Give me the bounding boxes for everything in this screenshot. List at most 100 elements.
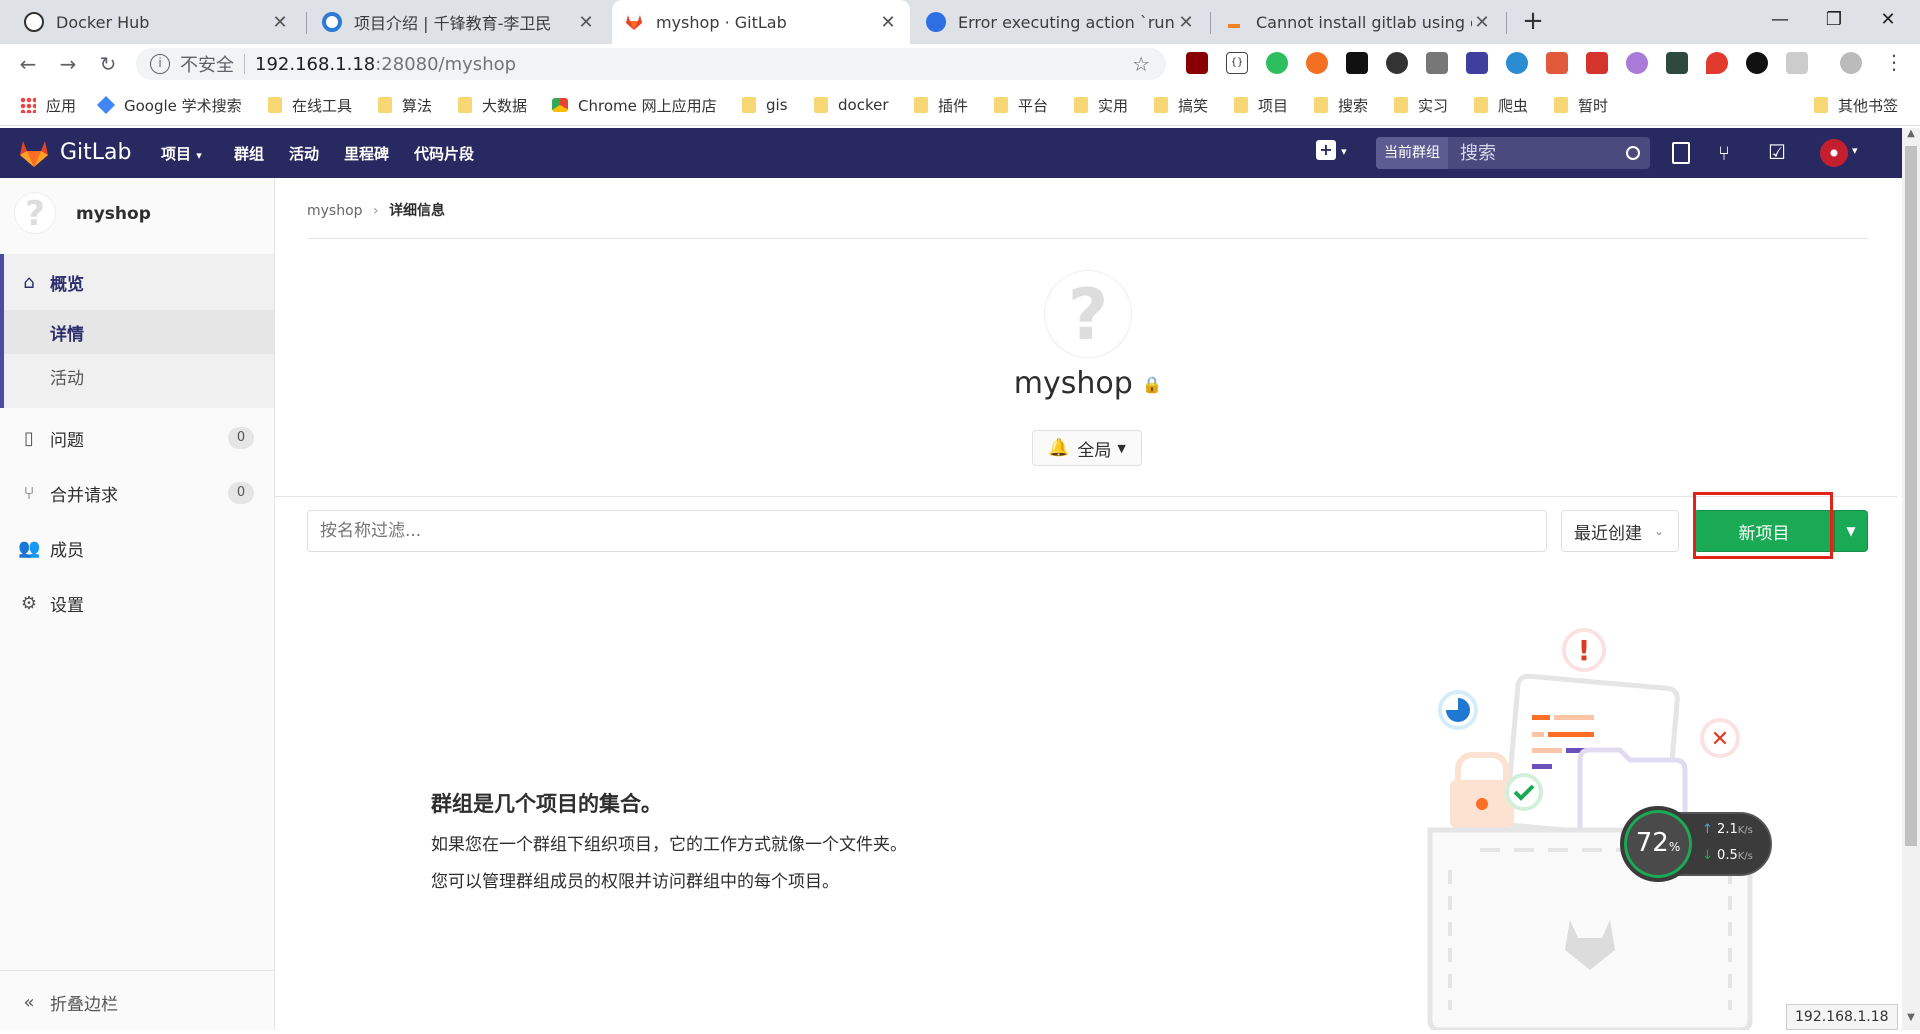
extension-icon[interactable] bbox=[1306, 52, 1328, 74]
back-icon[interactable]: ← bbox=[14, 50, 42, 78]
extension-icon[interactable] bbox=[1626, 52, 1648, 74]
minimize-button[interactable]: — bbox=[1760, 6, 1800, 34]
filter-by-name-input[interactable] bbox=[307, 510, 1547, 552]
bookmark-folder[interactable]: 在线工具 bbox=[268, 94, 352, 116]
download-speed: ↓ 0.5K/s bbox=[1702, 848, 1753, 863]
bookmark-folder[interactable]: docker bbox=[814, 94, 889, 116]
new-dropdown[interactable]: + ▾ bbox=[1316, 140, 1360, 166]
chevron-down-icon[interactable]: ▾ bbox=[1852, 144, 1858, 157]
nav-milestones[interactable]: 里程碑 bbox=[344, 143, 389, 164]
tab-title: Cannot install gitlab using om bbox=[1256, 12, 1472, 32]
bookmark-folder[interactable]: gis bbox=[742, 94, 788, 116]
extension-icon[interactable] bbox=[1346, 52, 1368, 74]
stackoverflow-icon bbox=[1224, 12, 1244, 32]
window-close-button[interactable]: ✕ bbox=[1868, 6, 1908, 34]
nav-projects[interactable]: 项目 ▾ bbox=[161, 143, 202, 164]
search-box[interactable]: 当前群组 bbox=[1376, 137, 1650, 169]
nav-groups[interactable]: 群组 bbox=[234, 143, 264, 164]
breadcrumb-current: 详细信息 bbox=[389, 203, 446, 219]
restore-button[interactable]: ❐ bbox=[1814, 6, 1854, 34]
extension-icon[interactable] bbox=[1466, 52, 1488, 74]
bookmark-scholar[interactable]: Google 学术搜索 bbox=[96, 94, 242, 116]
bookmark-apps[interactable]: 应用 bbox=[20, 94, 76, 116]
sidebar-item-overview[interactable]: ⌂ 概览 bbox=[0, 260, 274, 304]
bookmark-folder[interactable]: 算法 bbox=[378, 94, 432, 116]
extension-icon[interactable] bbox=[1506, 52, 1528, 74]
bookmark-folder[interactable]: 实习 bbox=[1394, 94, 1448, 116]
bookmark-label: 大数据 bbox=[482, 96, 528, 115]
close-icon[interactable]: ✕ bbox=[576, 12, 596, 33]
todo-icon[interactable]: ☑ bbox=[1768, 140, 1786, 164]
bookmark-folder[interactable]: 暂时 bbox=[1554, 94, 1608, 116]
forward-icon[interactable]: → bbox=[54, 50, 82, 78]
sidebar-item-activity[interactable]: 活动 bbox=[0, 354, 274, 398]
incognito-extension-icon[interactable] bbox=[1386, 52, 1408, 74]
sidebar-item-details[interactable]: 详情 bbox=[0, 310, 274, 354]
new-tab-button[interactable]: + bbox=[1518, 6, 1548, 36]
search-scope-badge[interactable]: 当前群组 bbox=[1376, 137, 1448, 169]
sidebar-item-settings[interactable]: ⚙ 设置 bbox=[0, 581, 274, 625]
bookmarks-bar: 应用 Google 学术搜索 在线工具 算法 大数据 Chrome 网上应用店 … bbox=[0, 84, 1920, 126]
url-bar[interactable]: i 不安全 192.168.1.18 :28080/myshop ☆ bbox=[136, 48, 1166, 80]
extension-icon[interactable] bbox=[1786, 52, 1808, 74]
close-icon[interactable]: ✕ bbox=[1472, 12, 1492, 33]
tab-blog[interactable]: 项目介绍 | 千锋教育-李卫民 ✕ bbox=[310, 0, 608, 44]
bookmark-folder[interactable]: 搜索 bbox=[1314, 94, 1368, 116]
new-project-dropdown-toggle[interactable]: ▼ bbox=[1834, 510, 1868, 552]
search-input[interactable] bbox=[1460, 142, 1610, 164]
scroll-up-icon[interactable]: ▲ bbox=[1904, 128, 1918, 142]
bookmark-folder[interactable]: 插件 bbox=[914, 94, 968, 116]
bookmark-folder[interactable]: 大数据 bbox=[458, 94, 527, 116]
extension-icon[interactable] bbox=[1586, 52, 1608, 74]
nav-activity[interactable]: 活动 bbox=[289, 143, 319, 164]
evernote-extension-icon[interactable] bbox=[1266, 52, 1288, 74]
profile-avatar-icon[interactable] bbox=[1840, 52, 1862, 74]
ublock-extension-icon[interactable] bbox=[1186, 52, 1208, 74]
tab-baidu[interactable]: Error executing action `run` on ✕ bbox=[914, 0, 1208, 44]
bookmark-star-icon[interactable]: ☆ bbox=[1132, 52, 1150, 76]
user-avatar[interactable] bbox=[1820, 139, 1848, 167]
notification-dropdown[interactable]: 🔔 全局 ▼ bbox=[1032, 430, 1142, 466]
scrollbar-thumb[interactable] bbox=[1905, 146, 1917, 846]
gitlab-logo-icon[interactable] bbox=[18, 138, 50, 168]
nav-snippets[interactable]: 代码片段 bbox=[414, 143, 474, 164]
extension-icon[interactable] bbox=[1426, 52, 1448, 74]
collapse-sidebar-button[interactable]: « 折叠边栏 bbox=[0, 980, 274, 1024]
tab-gitlab[interactable]: myshop · GitLab ✕ bbox=[612, 0, 910, 44]
extension-icon[interactable] bbox=[1666, 52, 1688, 74]
info-icon[interactable]: i bbox=[150, 54, 170, 74]
tab-docker-hub[interactable]: Docker Hub ✕ bbox=[12, 0, 302, 44]
security-label: 不安全 bbox=[180, 55, 234, 76]
gitlab-brand[interactable]: GitLab bbox=[60, 140, 132, 165]
bookmark-other[interactable]: 其他书签 bbox=[1814, 94, 1898, 116]
folder-icon bbox=[1474, 97, 1488, 113]
close-icon[interactable]: ✕ bbox=[1176, 12, 1196, 33]
merge-request-icon[interactable]: ⑂ bbox=[1718, 141, 1730, 165]
group-avatar[interactable]: ? bbox=[14, 192, 56, 234]
sidebar-group-name[interactable]: myshop bbox=[76, 204, 151, 224]
scroll-down-icon[interactable]: ▼ bbox=[1904, 1012, 1918, 1026]
sort-dropdown[interactable]: 最近创建 ⌄ bbox=[1561, 510, 1679, 552]
close-icon[interactable]: ✕ bbox=[878, 12, 898, 33]
bookmark-folder[interactable]: 项目 bbox=[1234, 94, 1288, 116]
bookmark-folder[interactable]: 平台 bbox=[994, 94, 1048, 116]
extension-icon[interactable] bbox=[1546, 52, 1568, 74]
close-icon[interactable]: ✕ bbox=[270, 12, 290, 33]
tab-stackoverflow[interactable]: Cannot install gitlab using om ✕ bbox=[1212, 0, 1504, 44]
bookmark-folder[interactable]: 爬虫 bbox=[1474, 94, 1528, 116]
extension-icon[interactable] bbox=[1746, 52, 1768, 74]
reload-icon[interactable]: ↻ bbox=[94, 50, 122, 78]
tab-divider bbox=[1506, 12, 1507, 34]
bookmark-folder[interactable]: 实用 bbox=[1074, 94, 1128, 116]
sidebar-item-merge-requests[interactable]: ⑂ 合并请求 0 bbox=[0, 471, 274, 515]
page-scrollbar[interactable]: ▲ ▼ bbox=[1902, 128, 1920, 1030]
breadcrumb-link[interactable]: myshop bbox=[307, 203, 363, 219]
location-extension-icon[interactable] bbox=[1706, 52, 1728, 74]
bookmark-folder[interactable]: 搞笑 bbox=[1154, 94, 1208, 116]
sidebar-item-members[interactable]: 👥 成员 bbox=[0, 526, 274, 570]
bookmark-webstore[interactable]: Chrome 网上应用店 bbox=[552, 94, 717, 116]
browser-menu-icon[interactable]: ⋮ bbox=[1884, 50, 1904, 74]
json-extension-icon[interactable]: {} bbox=[1226, 52, 1248, 74]
issues-icon[interactable] bbox=[1672, 142, 1690, 164]
sidebar-item-issues[interactable]: ▯ 问题 0 bbox=[0, 416, 274, 460]
